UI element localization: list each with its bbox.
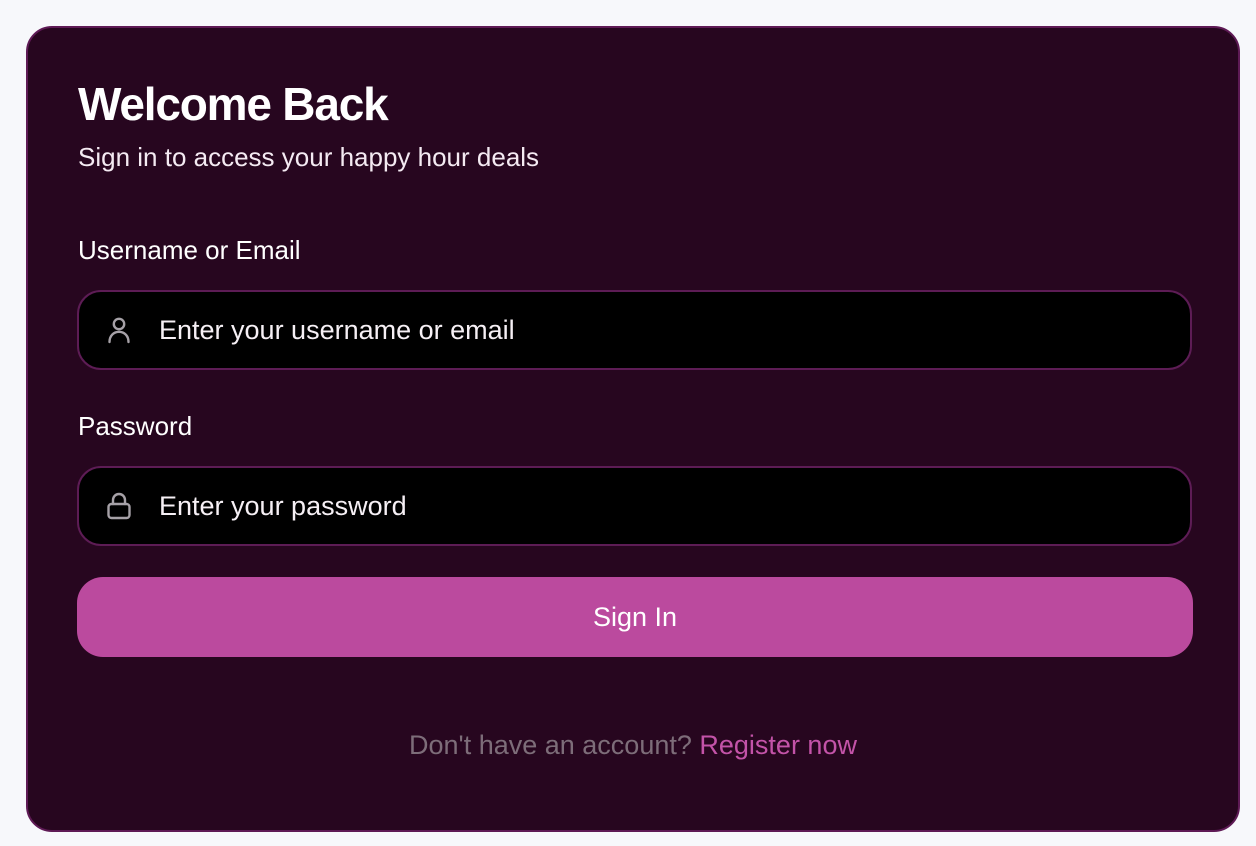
username-field-wrapper [77, 290, 1192, 370]
sign-in-button[interactable]: Sign In [77, 577, 1193, 657]
username-label: Username or Email [78, 235, 301, 265]
register-prompt: Don't have an account? Register now [28, 728, 1238, 762]
register-prompt-text: Don't have an account? [409, 730, 692, 760]
login-card: Welcome Back Sign in to access your happ… [26, 26, 1240, 832]
page-subtitle: Sign in to access your happy hour deals [78, 142, 540, 172]
password-field-wrapper [77, 466, 1192, 546]
password-label: Password [78, 411, 193, 441]
user-icon [103, 314, 135, 346]
lock-icon [103, 490, 135, 522]
page-title: Welcome Back [78, 78, 389, 130]
username-input[interactable] [159, 292, 1190, 368]
password-input[interactable] [159, 468, 1190, 544]
register-link[interactable]: Register now [699, 730, 857, 760]
